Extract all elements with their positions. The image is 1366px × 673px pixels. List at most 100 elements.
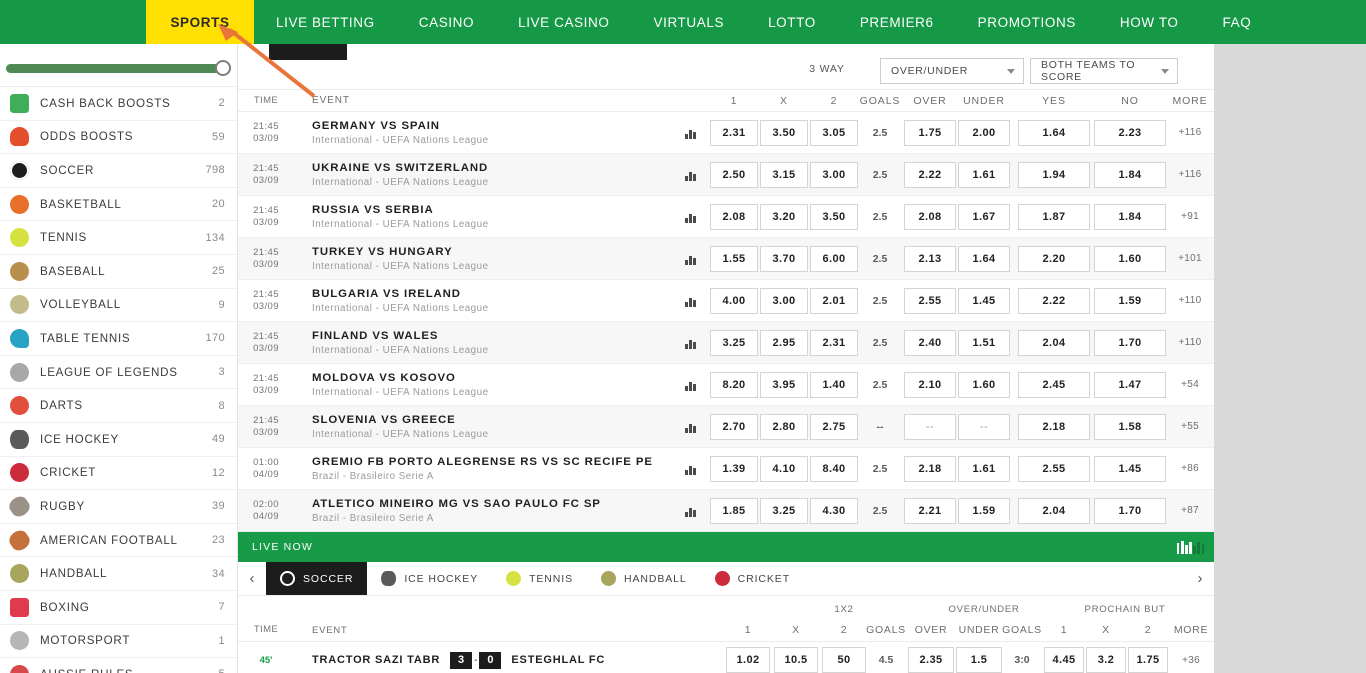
sidebar-item-cricket[interactable]: CRICKET 12 bbox=[0, 457, 237, 491]
odd-button-yes[interactable]: 2.04 bbox=[1018, 497, 1090, 524]
odd-button-1[interactable]: 8.20 bbox=[710, 371, 758, 398]
sidebar-item-tennis[interactable]: TENNIS 134 bbox=[0, 221, 237, 255]
sidebar-item-handball[interactable]: HANDBALL 34 bbox=[0, 557, 237, 591]
sidebar-item-rugby[interactable]: RUGBY 39 bbox=[0, 490, 237, 524]
sidebar-range-slider[interactable] bbox=[0, 50, 237, 86]
nav-item-virtuals[interactable]: VIRTUALS bbox=[631, 0, 746, 44]
odd-button-2[interactable]: 4.30 bbox=[810, 497, 858, 524]
sidebar-item-odds-boosts[interactable]: ODDS BOOSTS 59 bbox=[0, 121, 237, 155]
sidebar-item-motorsport[interactable]: MOTORSPORT 1 bbox=[0, 625, 237, 659]
odd-button-under[interactable]: 2.00 bbox=[958, 119, 1010, 146]
odd-button-2[interactable]: 1.40 bbox=[810, 371, 858, 398]
live-tab-handball[interactable]: HANDBALL bbox=[587, 562, 701, 595]
odd-button-1[interactable]: 2.50 bbox=[710, 161, 758, 188]
odd-button-1[interactable]: 1.55 bbox=[710, 245, 758, 272]
sidebar-item-table-tennis[interactable]: TABLE TENNIS 170 bbox=[0, 322, 237, 356]
odd-button-yes[interactable]: 2.55 bbox=[1018, 455, 1090, 482]
live-tab-cricket[interactable]: CRICKET bbox=[701, 562, 804, 595]
more-markets-link[interactable]: +101 bbox=[1166, 253, 1214, 264]
odd-button-over[interactable]: 2.22 bbox=[904, 161, 956, 188]
live-odd-button-1[interactable]: 1.02 bbox=[726, 647, 770, 673]
odd-button-over[interactable]: 2.08 bbox=[904, 203, 956, 230]
table-row[interactable]: 21:45 03/09 BULGARIA VS IRELAND Internation… bbox=[238, 280, 1214, 322]
odd-button-1[interactable]: 1.39 bbox=[710, 455, 758, 482]
odd-button-under[interactable]: 1.64 bbox=[958, 245, 1010, 272]
odd-button-2[interactable]: 3.50 bbox=[810, 203, 858, 230]
event-info[interactable]: GREMIO FB PORTO ALEGRENSE RS VS SC RECIF… bbox=[294, 456, 678, 482]
odd-button-x[interactable]: 3.25 bbox=[760, 497, 808, 524]
odd-button-over[interactable]: 2.18 bbox=[904, 455, 956, 482]
odd-button-under[interactable]: 1.61 bbox=[958, 161, 1010, 188]
live-table-row[interactable]: 45' TRACTOR SAZI TABR 3-0 ESTEGHLAL FC 1.02 1… bbox=[238, 642, 1214, 673]
statistics-bar-chart-icon[interactable] bbox=[678, 127, 704, 139]
odd-button-under[interactable]: 1.59 bbox=[958, 497, 1010, 524]
sidebar-item-american-football[interactable]: AMERICAN FOOTBALL 23 bbox=[0, 524, 237, 558]
nav-item-logo[interactable] bbox=[0, 0, 146, 44]
live-next-odd-button-2[interactable]: 1.75 bbox=[1128, 647, 1168, 673]
sidebar-item-boxing[interactable]: BOXING 7 bbox=[0, 591, 237, 625]
odd-button-under[interactable]: 1.60 bbox=[958, 371, 1010, 398]
odd-button-1[interactable]: 4.00 bbox=[710, 287, 758, 314]
sidebar-item-ice-hockey[interactable]: ICE HOCKEY 49 bbox=[0, 423, 237, 457]
nav-item-live-betting[interactable]: LIVE BETTING bbox=[254, 0, 397, 44]
live-next-odd-button-1[interactable]: 4.45 bbox=[1044, 647, 1084, 673]
statistics-bar-chart-icon[interactable] bbox=[678, 505, 704, 517]
odd-button-2[interactable]: 3.05 bbox=[810, 119, 858, 146]
table-row[interactable]: 01:00 04/09 GREMIO FB PORTO ALEGRENSE RS V… bbox=[238, 448, 1214, 490]
statistics-bar-chart-icon[interactable] bbox=[678, 211, 704, 223]
live-odd-button-over[interactable]: 2.35 bbox=[908, 647, 954, 673]
odd-button-yes[interactable]: 1.64 bbox=[1018, 119, 1090, 146]
nav-item-casino[interactable]: CASINO bbox=[397, 0, 496, 44]
live-tabs-prev-button[interactable]: ‹ bbox=[238, 562, 266, 595]
live-more-markets-link[interactable]: +36 bbox=[1168, 655, 1214, 666]
more-markets-link[interactable]: +54 bbox=[1166, 379, 1214, 390]
odd-button-no[interactable]: 1.70 bbox=[1094, 497, 1166, 524]
live-tabs-next-button[interactable]: › bbox=[1186, 562, 1214, 595]
odd-button-1[interactable]: 2.70 bbox=[710, 413, 758, 440]
statistics-bar-chart-icon[interactable] bbox=[678, 379, 704, 391]
odd-button-2[interactable]: 3.00 bbox=[810, 161, 858, 188]
market-select-over-under[interactable]: OVER/UNDER bbox=[880, 58, 1024, 84]
more-markets-link[interactable]: +110 bbox=[1166, 295, 1214, 306]
sidebar-item-volleyball[interactable]: VOLLEYBALL 9 bbox=[0, 289, 237, 323]
sidebar-item-aussie-rules[interactable]: AUSSIE RULES5 bbox=[0, 658, 237, 673]
odd-button-x[interactable]: 3.00 bbox=[760, 287, 808, 314]
odd-button-yes[interactable]: 1.87 bbox=[1018, 203, 1090, 230]
event-info[interactable]: UKRAINE VS SWITZERLAND International - UE… bbox=[294, 162, 678, 188]
nav-item-lotto[interactable]: LOTTO bbox=[746, 0, 838, 44]
odd-button-under[interactable]: 1.67 bbox=[958, 203, 1010, 230]
event-info[interactable]: ATLETICO MINEIRO MG VS SAO PAULO FC SP Br… bbox=[294, 498, 678, 524]
live-tab-tennis[interactable]: TENNIS bbox=[492, 562, 587, 595]
odd-button-no[interactable]: 1.45 bbox=[1094, 455, 1166, 482]
table-row[interactable]: 21:45 03/09 TURKEY VS HUNGARY International… bbox=[238, 238, 1214, 280]
odd-button-yes[interactable]: 2.22 bbox=[1018, 287, 1090, 314]
odd-button-over[interactable]: 1.75 bbox=[904, 119, 956, 146]
nav-item-faq[interactable]: FAQ bbox=[1201, 0, 1274, 44]
odd-button-yes[interactable]: 1.94 bbox=[1018, 161, 1090, 188]
live-odd-button-2[interactable]: 50 bbox=[822, 647, 866, 673]
odd-button-over[interactable]: -- bbox=[904, 413, 956, 440]
statistics-bar-chart-icon[interactable] bbox=[678, 463, 704, 475]
odd-button-no[interactable]: 1.84 bbox=[1094, 161, 1166, 188]
odd-button-1[interactable]: 3.25 bbox=[710, 329, 758, 356]
odd-button-under[interactable]: 1.45 bbox=[958, 287, 1010, 314]
statistics-bar-chart-icon[interactable] bbox=[678, 253, 704, 265]
more-markets-link[interactable]: +116 bbox=[1166, 169, 1214, 180]
odd-button-no[interactable]: 1.70 bbox=[1094, 329, 1166, 356]
event-info[interactable]: MOLDOVA VS KOSOVO International - UEFA Na… bbox=[294, 372, 678, 398]
odd-button-2[interactable]: 8.40 bbox=[810, 455, 858, 482]
odd-button-under[interactable]: 1.51 bbox=[958, 329, 1010, 356]
odd-button-under[interactable]: 1.61 bbox=[958, 455, 1010, 482]
table-row[interactable]: 21:45 03/09 UKRAINE VS SWITZERLAND Internat… bbox=[238, 154, 1214, 196]
odd-button-under[interactable]: -- bbox=[958, 413, 1010, 440]
odd-button-2[interactable]: 2.31 bbox=[810, 329, 858, 356]
sidebar-item-league-of-legends[interactable]: LEAGUE OF LEGENDS 3 bbox=[0, 356, 237, 390]
table-row[interactable]: 21:45 03/09 FINLAND VS WALES International … bbox=[238, 322, 1214, 364]
odd-button-yes[interactable]: 2.18 bbox=[1018, 413, 1090, 440]
live-tab-ice-hockey[interactable]: ICE HOCKEY bbox=[367, 562, 492, 595]
nav-item-how-to[interactable]: HOW TO bbox=[1098, 0, 1201, 44]
live-odd-button-under[interactable]: 1.5 bbox=[956, 647, 1002, 673]
odd-button-yes[interactable]: 2.45 bbox=[1018, 371, 1090, 398]
sidebar-item-soccer[interactable]: SOCCER 798 bbox=[0, 154, 237, 188]
sidebar-item-darts[interactable]: DARTS 8 bbox=[0, 389, 237, 423]
